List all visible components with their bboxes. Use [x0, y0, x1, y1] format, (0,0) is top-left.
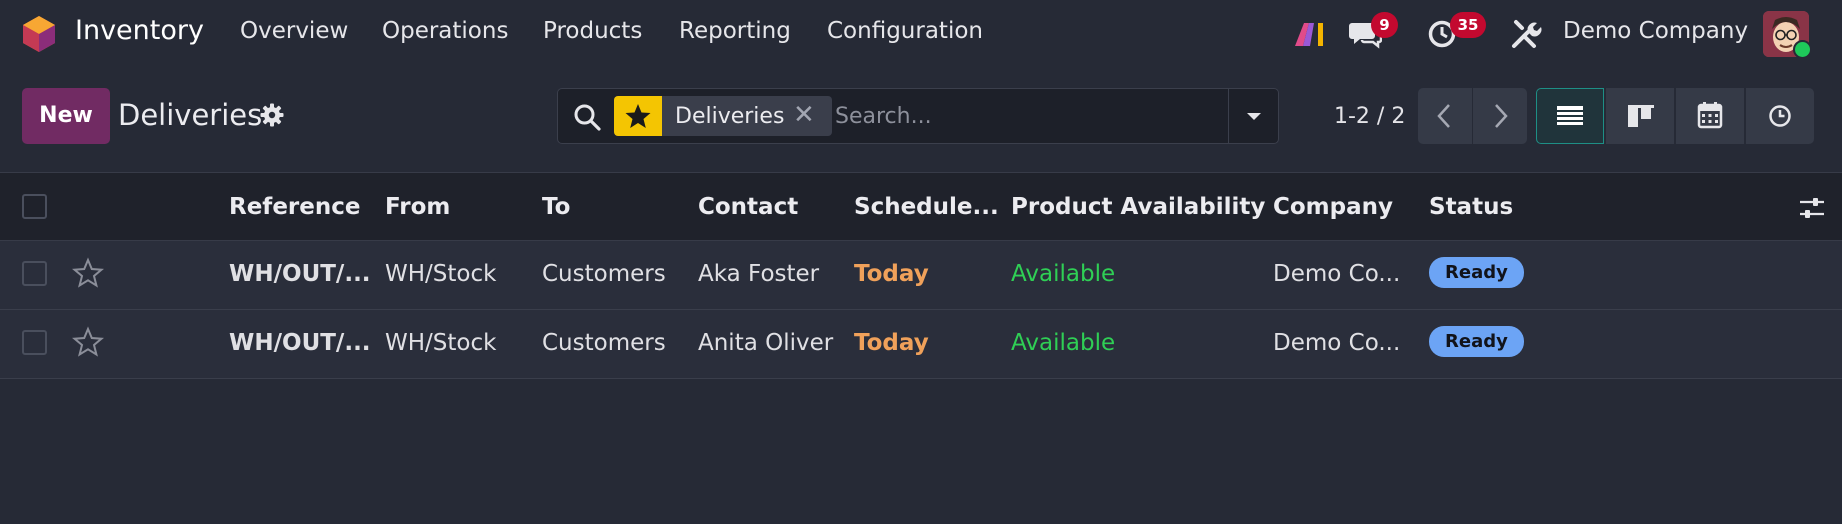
status-badge: Ready	[1429, 257, 1524, 288]
view-list-button[interactable]	[1536, 88, 1604, 144]
cell-availability: Available	[1011, 261, 1116, 287]
cell-scheduled: Today	[854, 261, 929, 287]
cell-reference: WH/OUT/...	[229, 330, 371, 356]
star-filled-icon	[625, 104, 651, 128]
cell-to: Customers	[542, 330, 666, 356]
messages-badge: 9	[1371, 12, 1398, 38]
menu-reporting[interactable]: Reporting	[679, 18, 791, 44]
chevron-left-icon	[1437, 104, 1450, 128]
pager-previous-button[interactable]	[1418, 88, 1472, 144]
cell-availability: Available	[1011, 330, 1116, 356]
row-checkbox[interactable]	[22, 261, 47, 286]
optional-columns-icon[interactable]	[1798, 194, 1826, 222]
clock-icon	[1769, 105, 1791, 127]
page-title: Deliveries	[118, 98, 263, 132]
cell-scheduled: Today	[854, 330, 929, 356]
star-icon[interactable]	[72, 326, 104, 358]
column-scheduled[interactable]: Schedule...	[854, 194, 999, 220]
column-availability[interactable]: Product Availability	[1011, 194, 1265, 220]
column-to[interactable]: To	[542, 194, 570, 220]
cell-contact: Aka Foster	[698, 261, 820, 287]
ai-icon[interactable]	[1293, 19, 1327, 49]
cell-from: WH/Stock	[385, 330, 497, 356]
pager-value[interactable]: 1-2 / 2	[1334, 104, 1405, 129]
view-activity-button[interactable]	[1746, 88, 1814, 144]
cell-from: WH/Stock	[385, 261, 497, 287]
cell-company: Demo Co...	[1273, 330, 1401, 356]
cell-reference: WH/OUT/...	[229, 261, 371, 287]
kanban-icon	[1628, 105, 1654, 127]
app-name[interactable]: Inventory	[75, 15, 204, 46]
calendar-icon	[1697, 102, 1723, 129]
chevron-right-icon	[1495, 104, 1508, 128]
status-badge: Ready	[1429, 326, 1524, 357]
column-status[interactable]: Status	[1429, 194, 1513, 220]
odoo-logo-icon[interactable]	[21, 14, 57, 54]
company-switcher[interactable]: Demo Company	[1563, 18, 1748, 44]
favorite-facet-badge	[614, 96, 662, 136]
cell-contact: Anita Oliver	[698, 330, 834, 356]
select-all-checkbox[interactable]	[22, 194, 47, 219]
column-from[interactable]: From	[385, 194, 450, 220]
view-kanban-button[interactable]	[1606, 88, 1674, 144]
menu-overview[interactable]: Overview	[240, 18, 348, 44]
tools-icon[interactable]	[1510, 18, 1542, 50]
presence-online-icon	[1793, 40, 1812, 59]
cell-to: Customers	[542, 261, 666, 287]
list-icon	[1557, 106, 1583, 125]
caret-down-icon	[1247, 113, 1261, 120]
search-options-toggle[interactable]	[1228, 89, 1278, 143]
pager-next-button[interactable]	[1473, 88, 1527, 144]
search-input[interactable]	[835, 96, 1225, 136]
activities-badge: 35	[1450, 12, 1486, 38]
gear-icon[interactable]	[260, 103, 284, 127]
facet-label: Deliveries	[675, 104, 785, 129]
row-checkbox[interactable]	[22, 330, 47, 355]
column-contact[interactable]: Contact	[698, 194, 798, 220]
column-company[interactable]: Company	[1273, 194, 1393, 220]
new-button[interactable]: New	[22, 88, 110, 144]
menu-products[interactable]: Products	[543, 18, 642, 44]
cell-company: Demo Co...	[1273, 261, 1401, 287]
menu-operations[interactable]: Operations	[382, 18, 508, 44]
column-reference[interactable]: Reference	[229, 194, 360, 220]
search-icon	[574, 104, 601, 131]
close-icon[interactable]: ✕	[793, 100, 815, 130]
star-icon[interactable]	[72, 257, 104, 289]
view-calendar-button[interactable]	[1676, 88, 1744, 144]
menu-configuration[interactable]: Configuration	[827, 18, 983, 44]
